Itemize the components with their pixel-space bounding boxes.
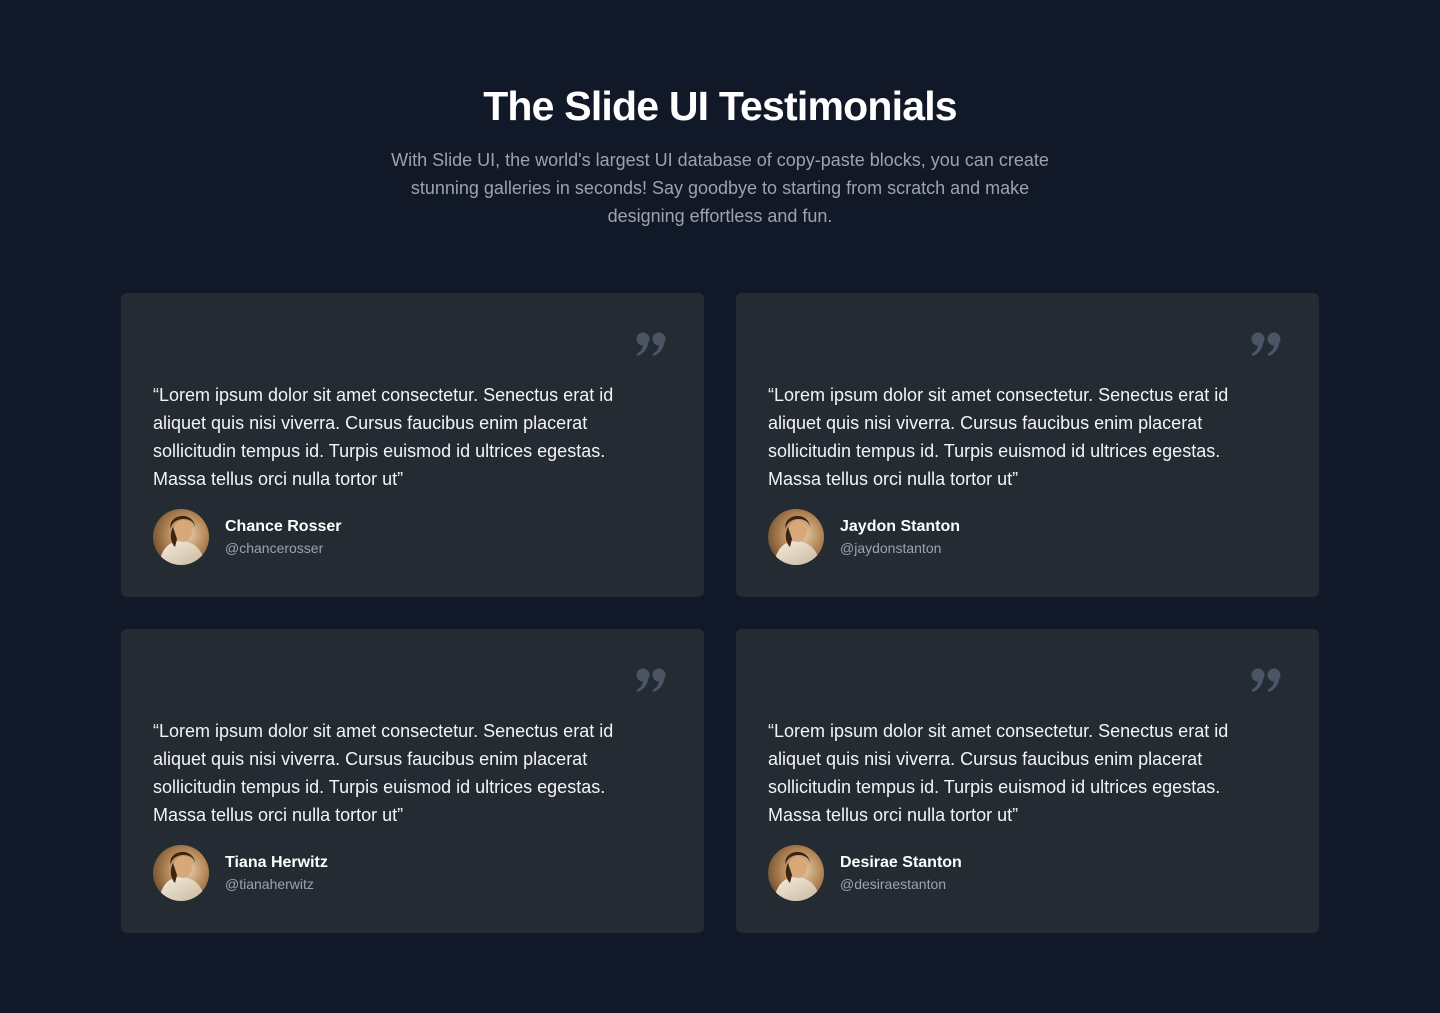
quote-icon bbox=[636, 332, 666, 356]
author-info: Jaydon Stanton @jaydonstanton bbox=[840, 516, 960, 558]
author-name: Jaydon Stanton bbox=[840, 518, 961, 535]
avatar bbox=[768, 845, 824, 901]
testimonial-quote: “Lorem ipsum dolor sit amet consectetur.… bbox=[768, 385, 1229, 489]
page-subtitle: With Slide UI, the world's largest UI da… bbox=[391, 150, 1049, 226]
author-name: Tiana Herwitz bbox=[225, 854, 328, 871]
page-title: The Slide UI Testimonials bbox=[483, 83, 957, 129]
author-handle: @desiraestanton bbox=[840, 876, 947, 892]
author-name: Chance Rosser bbox=[225, 518, 342, 535]
testimonial-quote: “Lorem ipsum dolor sit amet consectetur.… bbox=[768, 721, 1229, 825]
testimonial-quote: “Lorem ipsum dolor sit amet consectetur.… bbox=[153, 721, 614, 825]
author-handle: @chancerosser bbox=[225, 540, 324, 556]
testimonial-card: “Lorem ipsum dolor sit amet consectetur.… bbox=[736, 629, 1319, 933]
author-info: Tiana Herwitz @tianaherwitz bbox=[225, 852, 328, 894]
author-handle: @jaydonstanton bbox=[840, 540, 942, 556]
quote-icon bbox=[1251, 332, 1281, 356]
avatar bbox=[153, 509, 209, 565]
testimonial-author: Chance Rosser @chancerosser bbox=[153, 509, 342, 565]
quote-icon bbox=[1251, 668, 1281, 692]
testimonial-quote: “Lorem ipsum dolor sit amet consectetur.… bbox=[153, 385, 614, 489]
quote-icon bbox=[636, 668, 666, 692]
testimonial-author: Desirae Stanton @desiraestanton bbox=[768, 845, 962, 901]
testimonials-grid: “Lorem ipsum dolor sit amet consectetur.… bbox=[121, 293, 1319, 933]
avatar bbox=[768, 509, 824, 565]
author-info: Desirae Stanton @desiraestanton bbox=[840, 852, 962, 894]
author-handle: @tianaherwitz bbox=[225, 876, 314, 892]
avatar bbox=[153, 845, 209, 901]
testimonial-card: “Lorem ipsum dolor sit amet consectetur.… bbox=[736, 293, 1319, 597]
testimonial-author: Tiana Herwitz @tianaherwitz bbox=[153, 845, 328, 901]
author-name: Desirae Stanton bbox=[840, 854, 962, 871]
testimonial-card: “Lorem ipsum dolor sit amet consectetur.… bbox=[121, 293, 704, 597]
testimonial-card: “Lorem ipsum dolor sit amet consectetur.… bbox=[121, 629, 704, 933]
testimonial-author: Jaydon Stanton @jaydonstanton bbox=[768, 509, 960, 565]
author-info: Chance Rosser @chancerosser bbox=[225, 516, 342, 558]
